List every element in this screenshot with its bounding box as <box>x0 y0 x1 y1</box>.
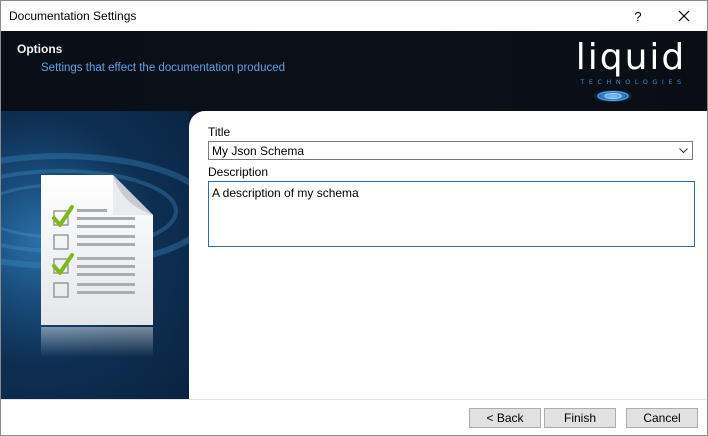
close-button[interactable] <box>661 1 707 31</box>
close-icon <box>678 10 690 22</box>
cancel-button[interactable]: Cancel <box>626 408 698 428</box>
description-label: Description <box>208 165 269 179</box>
description-textarea[interactable]: A description of my schema <box>208 181 695 247</box>
title-bar: Documentation Settings ? <box>1 1 707 31</box>
chevron-down-icon <box>679 148 688 154</box>
dialog-window: Documentation Settings ? Options Setting… <box>0 0 708 436</box>
page-subheading: Settings that effect the documentation p… <box>41 62 286 74</box>
back-button[interactable]: < Back <box>469 408 541 428</box>
page-heading: Options <box>17 42 63 56</box>
logo-subtext: TECHNOLOGIES <box>579 78 685 86</box>
description-value: A description of my schema <box>212 186 359 200</box>
title-value: My Json Schema <box>212 144 305 158</box>
help-label: ? <box>634 8 642 24</box>
window-title: Documentation Settings <box>9 9 137 23</box>
finish-button[interactable]: Finish <box>544 408 616 428</box>
title-label: Title <box>208 125 231 139</box>
decorative-side-panel <box>1 111 189 399</box>
help-button[interactable]: ? <box>615 1 661 31</box>
title-combobox[interactable]: My Json Schema <box>208 141 693 160</box>
checklist-document-illustration <box>1 153 189 357</box>
settings-form: Title My Json Schema Description A descr… <box>189 111 707 399</box>
header-banner: Options Settings that effect the documen… <box>1 31 707 111</box>
liquid-technologies-logo: liquid TECHNOLOGIES <box>576 37 687 103</box>
logo-text: liquid <box>576 37 687 78</box>
button-bar: < Back Finish Cancel <box>1 399 707 435</box>
